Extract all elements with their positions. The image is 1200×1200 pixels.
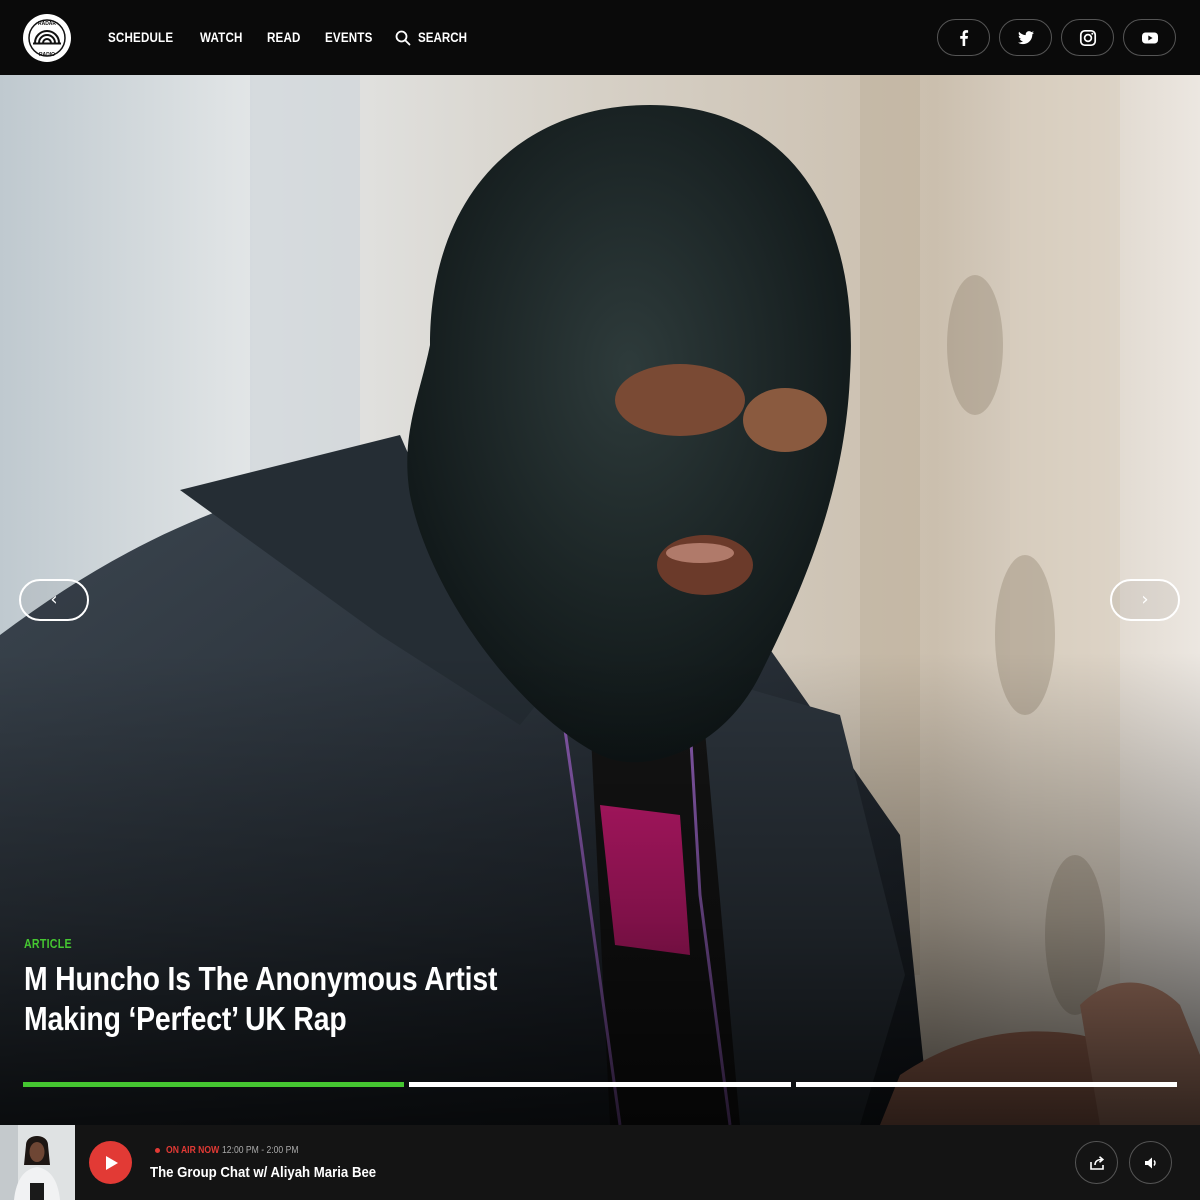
- facebook-icon: [959, 29, 968, 46]
- hero-carousel: ‹ › ARTICLE M Huncho Is The Anonymous Ar…: [0, 75, 1200, 1125]
- nav-read[interactable]: READ: [267, 30, 301, 45]
- radio-player: ON AIR NOW 12:00 PM - 2:00 PM The Group …: [0, 1125, 1200, 1200]
- social-links: [928, 19, 1176, 56]
- svg-text:RADAR: RADAR: [38, 21, 56, 27]
- youtube-icon: [1141, 32, 1158, 43]
- content-type-tag: ARTICLE: [24, 937, 72, 951]
- carousel-next-button[interactable]: ›: [1110, 579, 1180, 621]
- slide-indicator-3[interactable]: [795, 1082, 1177, 1087]
- nav-watch[interactable]: WATCH: [200, 30, 243, 45]
- chevron-left-icon: ‹: [50, 589, 58, 610]
- twitter-icon: [1017, 30, 1034, 44]
- share-icon: [1089, 1155, 1104, 1170]
- slide-indicator-1[interactable]: [23, 1082, 405, 1087]
- slide-progress-fill: [23, 1082, 405, 1087]
- search-button[interactable]: SEARCH: [395, 30, 475, 46]
- show-thumbnail: [0, 1125, 75, 1200]
- hero-caption[interactable]: ARTICLE M Huncho Is The Anonymous Artist…: [24, 935, 644, 1039]
- play-button[interactable]: [89, 1141, 132, 1184]
- nav-schedule[interactable]: SCHEDULE: [108, 30, 173, 45]
- live-dot-icon: [155, 1148, 160, 1153]
- hero-title[interactable]: M Huncho Is The Anonymous Artist Making …: [24, 959, 626, 1039]
- show-title[interactable]: The Group Chat w/ Aliyah Maria Bee: [150, 1164, 376, 1181]
- facebook-button[interactable]: [937, 19, 990, 56]
- live-meta: ON AIR NOW 12:00 PM - 2:00 PM: [155, 1145, 311, 1156]
- site-header: RADAR RADIO SCHEDULE WATCH READ EVENTS S…: [0, 0, 1200, 75]
- search-label: SEARCH: [417, 30, 467, 45]
- search-icon: [395, 30, 411, 45]
- show-time: 12:00 PM - 2:00 PM: [222, 1145, 299, 1156]
- chevron-right-icon: ›: [1141, 589, 1149, 610]
- volume-icon: [1144, 1157, 1156, 1168]
- hero-title-line-1: M Huncho Is The Anonymous Artist: [24, 960, 498, 997]
- slide-indicator-2[interactable]: [409, 1082, 791, 1087]
- youtube-button[interactable]: [1123, 19, 1176, 56]
- carousel-progress: [23, 1082, 1177, 1087]
- share-button[interactable]: [1075, 1141, 1118, 1184]
- nav-events[interactable]: EVENTS: [325, 30, 372, 45]
- volume-button[interactable]: [1129, 1141, 1172, 1184]
- instagram-button[interactable]: [1061, 19, 1114, 56]
- on-air-label: ON AIR NOW: [166, 1145, 220, 1156]
- radar-radio-logo[interactable]: RADAR RADIO: [23, 14, 71, 62]
- twitter-button[interactable]: [999, 19, 1052, 56]
- carousel-prev-button[interactable]: ‹: [19, 579, 89, 621]
- play-icon: [106, 1155, 118, 1170]
- svg-text:RADIO: RADIO: [39, 52, 55, 58]
- main-nav: SCHEDULE WATCH READ EVENTS SEARCH: [108, 0, 475, 75]
- hero-title-line-2: Making ‘Perfect’ UK Rap: [24, 1000, 347, 1037]
- instagram-icon: [1079, 29, 1096, 46]
